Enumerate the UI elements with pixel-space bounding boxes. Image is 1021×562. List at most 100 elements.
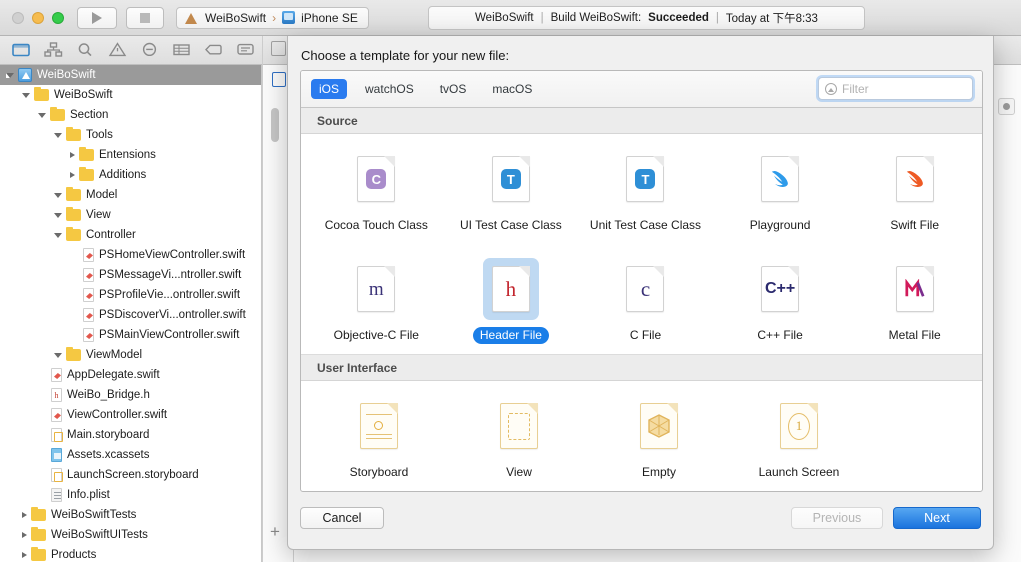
disclosure-triangle-icon[interactable] (54, 132, 62, 138)
test-icon[interactable] (172, 42, 191, 59)
navigator-row[interactable]: View (0, 205, 261, 225)
platform-tab-watchos[interactable]: watchOS (357, 79, 422, 99)
disclosure-triangle-icon[interactable] (54, 192, 62, 198)
navigator-row[interactable]: ViewController.swift (0, 405, 261, 425)
template-item[interactable]: T UI Test Case Class (444, 148, 579, 234)
filter-field[interactable]: Filter (818, 77, 973, 100)
navigator-row[interactable]: Entensions (0, 145, 261, 165)
navigator-row[interactable]: WeiBoSwift (0, 85, 261, 105)
disclosure-triangle-icon[interactable] (38, 112, 46, 118)
objective-c-file-icon: m (357, 266, 396, 312)
swift-file-icon (83, 328, 94, 342)
report-icon[interactable] (236, 42, 255, 59)
navigator-row[interactable]: Assets.xcassets (0, 445, 261, 465)
editor-document-icon[interactable] (272, 72, 286, 87)
template-item[interactable]: Playground (713, 148, 848, 234)
template-item[interactable]: m Objective-C File (309, 258, 444, 344)
template-item[interactable]: c C File (578, 258, 713, 344)
platform-tab-ios[interactable]: iOS (311, 79, 348, 99)
issue-icon[interactable] (140, 42, 159, 59)
template-label: C++ File (757, 328, 803, 342)
navigator-row[interactable]: ViewModel (0, 345, 261, 365)
navigator-row[interactable]: PSMessageVi...ntroller.swift (0, 265, 261, 285)
template-item[interactable]: 1 Launch Screen (729, 395, 869, 481)
editor-toolbar-icon[interactable] (271, 41, 286, 56)
tag-icon[interactable] (204, 42, 223, 59)
template-row: C Cocoa Touch Class T UI Test Case Class T Un… (301, 134, 982, 244)
disclosure-triangle-icon[interactable] (22, 532, 27, 538)
stop-button[interactable] (126, 6, 164, 29)
hierarchy-icon[interactable] (44, 41, 63, 59)
disclosure-triangle-icon[interactable] (54, 212, 62, 218)
next-button[interactable]: Next (893, 507, 981, 529)
disclosure-triangle-icon[interactable] (6, 72, 14, 78)
navigator-row[interactable]: Tools (0, 125, 261, 145)
inspector-icon[interactable] (998, 98, 1015, 115)
navigator-row-label: Section (70, 109, 109, 121)
cocoa-touch-class-icon: C (357, 156, 396, 202)
storyboard-icon (360, 403, 398, 449)
disclosure-triangle-icon[interactable] (70, 172, 75, 178)
navigator-row-label: PSHomeViewController.swift (99, 249, 246, 261)
folder-icon (66, 126, 81, 141)
disclosure-triangle-icon[interactable] (22, 92, 30, 98)
navigator-toolbar (0, 36, 262, 65)
platform-tab-tvos[interactable]: tvOS (432, 79, 475, 99)
navigator-row[interactable]: AppDelegate.swift (0, 365, 261, 385)
warning-icon[interactable] (108, 41, 127, 59)
folder-icon (34, 86, 49, 101)
disclosure-triangle-icon[interactable] (70, 152, 75, 158)
navigator-row[interactable]: PSDiscoverVi...ontroller.swift (0, 305, 261, 325)
scheme-selector[interactable]: WeiBoSwift › iPhone SE (176, 6, 369, 29)
navigator-row-label: Additions (99, 169, 147, 181)
navigator-row[interactable]: Model (0, 185, 261, 205)
template-label: UI Test Case Class (459, 218, 562, 232)
navigator-row[interactable]: Products (0, 545, 261, 562)
disclosure-triangle-icon[interactable] (22, 552, 27, 558)
navigator-row[interactable]: WeiBoSwiftTests (0, 505, 261, 525)
navigator-row[interactable]: PSProfileVie...ontroller.swift (0, 285, 261, 305)
template-item[interactable]: Metal File (847, 258, 982, 344)
project-navigator[interactable]: WeiBoSwift WeiBoSwift Section Tools Entensio… (0, 65, 262, 562)
navigator-row[interactable]: LaunchScreen.storyboard (0, 465, 261, 485)
run-button[interactable] (77, 6, 117, 29)
navigator-row[interactable]: Info.plist (0, 485, 261, 505)
template-item[interactable]: Empty (589, 395, 729, 481)
empty-icon (640, 403, 678, 449)
navigator-row[interactable]: WeiBoSwiftUITests (0, 525, 261, 545)
previous-button[interactable]: Previous (791, 507, 883, 529)
template-item[interactable]: View (449, 395, 589, 481)
status-time: Today at 下午8:33 (725, 13, 818, 25)
navigator-row[interactable]: Main.storyboard (0, 425, 261, 445)
template-item[interactable]: T Unit Test Case Class (578, 148, 713, 234)
playground-icon (761, 156, 800, 202)
disclosure-triangle-icon[interactable] (54, 352, 62, 358)
cancel-button[interactable]: Cancel (300, 507, 384, 529)
navigator-row-label: Info.plist (67, 489, 110, 501)
template-item[interactable]: h Header File (444, 258, 579, 344)
navigator-row[interactable]: PSMainViewController.swift (0, 325, 261, 345)
folder-icon (50, 106, 65, 121)
navigator-row[interactable]: h WeiBo_Bridge.h (0, 385, 261, 405)
navigator-row[interactable]: WeiBoSwift (0, 65, 261, 85)
view-icon (500, 403, 538, 449)
disclosure-triangle-icon[interactable] (22, 512, 27, 518)
maximize-window-button[interactable] (52, 11, 64, 24)
add-file-button[interactable]: + (270, 523, 280, 540)
template-item[interactable]: C++ C++ File (713, 258, 848, 344)
search-icon[interactable] (76, 42, 95, 59)
navigator-row[interactable]: Additions (0, 165, 261, 185)
template-item[interactable]: C Cocoa Touch Class (309, 148, 444, 234)
template-item[interactable]: Swift File (847, 148, 982, 234)
navigator-row[interactable]: Section (0, 105, 261, 125)
editor-scrollbar[interactable] (271, 108, 279, 142)
folder-icon[interactable] (12, 42, 31, 59)
folder-icon (31, 546, 46, 561)
disclosure-triangle-icon[interactable] (54, 232, 62, 238)
navigator-row[interactable]: PSHomeViewController.swift (0, 245, 261, 265)
template-item[interactable]: Storyboard (309, 395, 449, 481)
close-window-button[interactable] (12, 11, 24, 24)
platform-tab-macos[interactable]: macOS (484, 79, 540, 99)
navigator-row[interactable]: Controller (0, 225, 261, 245)
minimize-window-button[interactable] (32, 11, 44, 24)
